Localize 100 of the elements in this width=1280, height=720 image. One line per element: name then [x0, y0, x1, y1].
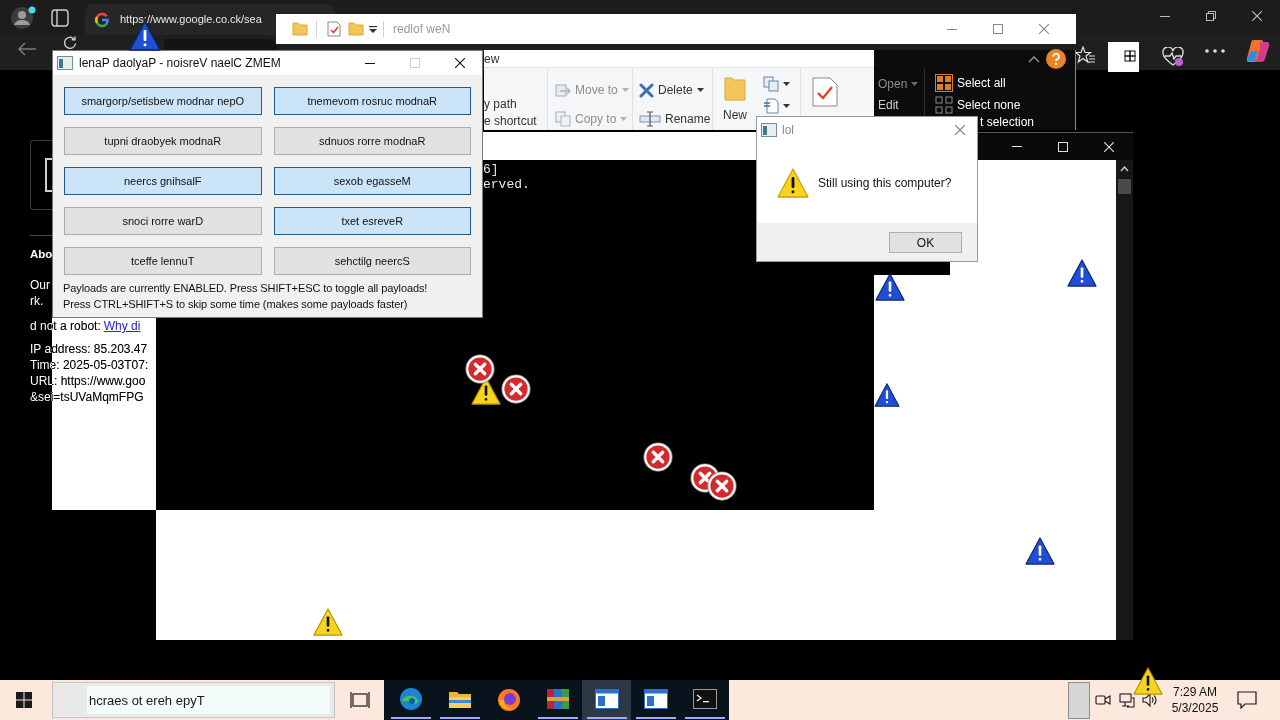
ribbon-command[interactable]: y path: [484, 95, 517, 113]
folder-arrow-icon: [555, 82, 571, 98]
ribbon-command[interactable]: e shortcut: [484, 114, 537, 128]
error-icon: [643, 442, 673, 472]
error-icon: [501, 374, 531, 404]
scrollbar-thumb[interactable]: [1118, 179, 1131, 194]
extensions-icon: [1108, 42, 1139, 72]
payload-toggle-button[interactable]: txet esreveR: [273, 207, 471, 235]
window-icon: [643, 688, 668, 709]
taskbar-app-button[interactable]: [582, 680, 631, 720]
restore-icon: [1206, 11, 1216, 21]
video-icon: [1095, 692, 1111, 708]
favorites-icon: [1075, 46, 1095, 64]
ribbon-command[interactable]: Rename: [639, 109, 711, 129]
minimize-icon: [1012, 146, 1022, 147]
minimize-icon: [364, 62, 375, 64]
ribbon-command[interactable]: t selection: [980, 116, 1035, 129]
payload-toggle-button[interactable]: sexob egasseM: [273, 167, 471, 195]
status-text: Press CTRL+SHIFT+S to skip some time (makes some payloads faster): [63, 297, 408, 312]
windows-logo-icon: [16, 692, 32, 708]
clock[interactable]: 7:29 AM 5/3/2025: [1165, 684, 1225, 716]
window-title: lenaP daolyaP - noisreV naelC ZMEM: [79, 55, 281, 72]
new-folder-button[interactable]: New: [713, 68, 757, 130]
dialog-message: Still using this computer?: [818, 174, 952, 192]
payload-toggle-button[interactable]: tnemevom rosruc modnaR: [273, 87, 471, 115]
close-icon: [1039, 24, 1049, 34]
document-check-icon: [812, 77, 838, 107]
window-icon: [594, 688, 619, 709]
ribbon-command[interactable]: [763, 76, 790, 92]
copy-icon: [555, 111, 571, 127]
ribbon-command[interactable]: Delete: [639, 80, 704, 100]
clock-time: 7:29 AM: [1173, 684, 1217, 700]
page-text: Our: [30, 277, 50, 293]
close-icon: [1104, 141, 1114, 152]
terminal-icon: [692, 688, 717, 709]
ribbon-tab[interactable]: ew: [484, 51, 500, 66]
minimize-icon: [947, 28, 957, 30]
maximize-icon: [993, 24, 1003, 34]
grid-icon: [935, 74, 953, 92]
browser-icon: [398, 686, 423, 711]
caret-icon: [783, 82, 790, 86]
health-icon: [1162, 47, 1184, 67]
warning-icon: [875, 273, 905, 301]
tab-actions-icon: [51, 8, 69, 27]
warning-icon: [1067, 259, 1097, 287]
payload-toggle-button[interactable]: snoci rorre warD: [64, 207, 262, 235]
error-icon: [465, 354, 495, 384]
app-icon: [761, 122, 777, 137]
warning-icon: [1025, 537, 1055, 565]
more-icon: [1205, 49, 1225, 53]
network-icon: [1119, 692, 1135, 708]
ribbon-command[interactable]: [763, 98, 790, 114]
document-check-icon: [327, 21, 341, 37]
warning-icon: [313, 608, 343, 636]
app-logo-icon: [1246, 39, 1270, 63]
help-icon: [1046, 49, 1066, 69]
close-icon: [454, 58, 465, 68]
back-arrow-icon: [17, 41, 37, 57]
page-link[interactable]: Why di: [103, 319, 141, 333]
tray-overflow-button[interactable]: [1068, 681, 1090, 719]
text-cursor-icon: [639, 111, 661, 127]
close-icon: [1252, 11, 1262, 21]
x-mark-icon: [639, 82, 654, 98]
speaker-icon: [1142, 692, 1158, 708]
task-view-icon: [350, 692, 370, 708]
payload-toggle-button[interactable]: sehctilg neercS: [273, 247, 471, 275]
clock-date: 5/3/2025: [1171, 700, 1219, 716]
minimize-icon: [1160, 15, 1170, 17]
caret-icon: [783, 104, 790, 108]
chevron-up-icon: [1120, 166, 1129, 172]
browser-icon: [496, 688, 521, 712]
document-icon: [763, 98, 781, 114]
app-icon: [57, 56, 73, 70]
payload-toggle-button[interactable]: tceffe lennuT: [64, 247, 262, 275]
maximize-icon: [409, 58, 420, 68]
search-field[interactable]: hcraes ot ereh epyT: [52, 682, 335, 718]
checkbox-icon: [45, 158, 52, 192]
profile-icon: [10, 5, 36, 30]
address-field[interactable]: [164, 39, 278, 50]
console-text: erved.: [483, 177, 530, 192]
copy-icon: [763, 76, 781, 92]
close-icon: [955, 124, 965, 135]
console-text: 6]: [483, 162, 499, 177]
logo-icon: [94, 11, 110, 28]
payload-toggle-button[interactable]: neercs gnihsalF: [64, 167, 262, 195]
maximize-icon: [1058, 141, 1068, 152]
ok-button[interactable]: OK: [889, 232, 962, 253]
notification-icon: [1237, 691, 1257, 709]
properties-button[interactable]: [812, 77, 838, 107]
window-title: redlof weN: [393, 21, 451, 38]
ribbon-command[interactable]: Select all: [935, 72, 1006, 94]
archive-icon: [545, 686, 570, 711]
grid-outline-icon: [935, 96, 953, 114]
payload-toggle-button[interactable]: sdnuos rorre modnaR: [273, 127, 471, 155]
warning-icon: [874, 383, 900, 407]
ribbon-command[interactable]: Select none: [935, 94, 1021, 116]
caret-icon: [369, 25, 377, 33]
ribbon-command[interactable]: Edit: [878, 95, 899, 115]
payload-toggle-button[interactable]: smargorp/setisbew modnar nepO: [64, 87, 262, 115]
payload-toggle-button[interactable]: tupni draobyek modnaR: [64, 127, 262, 155]
